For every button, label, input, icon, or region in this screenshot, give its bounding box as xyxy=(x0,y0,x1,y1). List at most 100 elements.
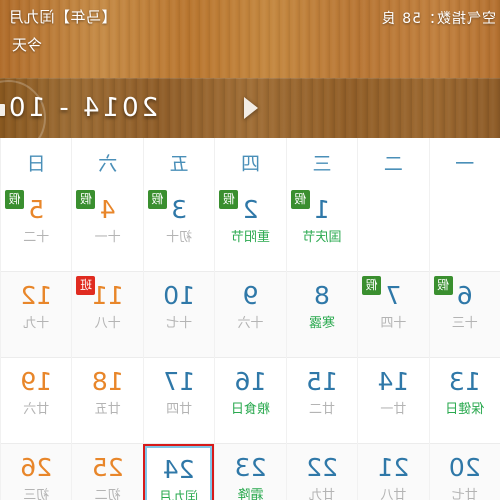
weekday-header-row: 一二三四五六日 xyxy=(0,138,500,187)
calendar-day-cell[interactable]: 10 十七 xyxy=(142,272,215,358)
calendar-day-cell[interactable]: 15 廿二 xyxy=(285,358,358,444)
weekday-header-5: 六 xyxy=(71,138,143,186)
holiday-badge: 假 xyxy=(147,190,167,209)
day-number: 5 xyxy=(28,195,45,224)
calendar-day-cell[interactable]: 12 十九 xyxy=(0,272,72,358)
festival-label: 重阳节 xyxy=(231,230,271,245)
day-number: 26 xyxy=(20,453,53,482)
day-number: 10 xyxy=(163,281,196,310)
calendar-day-cell[interactable]: 13 保健日 xyxy=(428,358,500,444)
lunar-date-label: 廿七 xyxy=(451,488,478,500)
festival-label: 寒露 xyxy=(308,316,335,331)
day-number: 7 xyxy=(385,281,402,310)
day-number: 20 xyxy=(448,453,481,482)
calendar-week-row: 13 保健日 14 廿一 15 廿二 16 粮食日 17 廿四 18 廿五 19 廿六 xyxy=(0,358,500,444)
today-button[interactable]: 今天 xyxy=(12,34,42,55)
holiday-badge: 假 xyxy=(5,190,25,209)
calendar-week-row: 6 十三假 7 十四假 8 寒露 9 十六 10 十七 11 十八班 12 十九 xyxy=(0,272,500,358)
festival-label: 保健日 xyxy=(445,402,485,417)
lunar-date-label: 十三 xyxy=(451,316,478,331)
day-number: 22 xyxy=(306,453,338,482)
weekday-header-6: 日 xyxy=(0,138,72,186)
lunar-date-label: 十七 xyxy=(166,316,193,331)
calendar-day-cell[interactable]: 9 十六 xyxy=(214,272,286,358)
calendar-day-cell[interactable]: 8 寒露 xyxy=(285,272,358,358)
calendar-day-cell[interactable]: 4 十一 假 xyxy=(71,186,143,272)
calendar-day-cell[interactable]: 11 十八 班 xyxy=(71,272,143,358)
calendar-day-cell[interactable]: 17 廿四 xyxy=(142,358,215,444)
calendar-grid: 1 国庆节假 2 重阳节假 3 初十假 4 十一假 5 十二假 6 十三假 7 十四假 8 寒露 9 十六 10 十七… xyxy=(0,186,500,500)
calendar-day-cell[interactable]: 22 廿九 xyxy=(285,444,358,500)
calendar-day-cell[interactable]: 21 廿八 xyxy=(357,444,429,500)
lunar-date-label: 廿四 xyxy=(166,402,193,417)
calendar-week-row: 1 国庆节假 2 重阳节假 3 初十假 4 十一假 5 十二假 xyxy=(0,186,500,272)
weekday-header-1: 二 xyxy=(357,138,429,186)
day-number: 23 xyxy=(234,453,267,482)
calendar-week-row: 20 廿七 21 廿八 22 廿九 23 霜降 24 闰九月 25 初二 26 初三 xyxy=(0,444,500,500)
lunar-date-label: 初十 xyxy=(166,230,193,245)
calendar-day-cell[interactable]: 26 初三 xyxy=(0,444,72,500)
calendar-day-cell[interactable]: 3 初十 假 xyxy=(142,186,215,272)
lunar-date-label: 廿五 xyxy=(94,402,121,417)
calendar-day-cell[interactable]: 7 十四 假 xyxy=(357,272,429,358)
holiday-badge: 假 xyxy=(290,190,310,209)
festival-label: 国庆节 xyxy=(302,230,342,245)
calendar-day-cell[interactable]: 1 国庆节 假 xyxy=(285,186,358,272)
day-number: 16 xyxy=(234,367,267,396)
day-number: 6 xyxy=(456,281,473,310)
calendar-day-cell[interactable]: 6 十三 假 xyxy=(428,272,500,358)
lunar-date-label: 廿九 xyxy=(308,488,335,500)
weekday-header-2: 三 xyxy=(285,138,358,186)
calendar-day-cell[interactable]: 5 十二 假 xyxy=(0,186,72,272)
day-number: 24 xyxy=(162,455,195,484)
calendar-day-cell[interactable]: 23 霜降 xyxy=(214,444,286,500)
lunar-date-label: 十八 xyxy=(94,316,121,331)
calendar-day-cell[interactable]: 25 初二 xyxy=(71,444,143,500)
lunar-year-title: 【马年】闰九月 xyxy=(8,8,117,26)
weekday-header-0: 一 xyxy=(428,138,500,186)
holiday-badge: 假 xyxy=(219,190,239,209)
month-nav-bar: 2014 - 10 xyxy=(0,78,500,138)
workday-badge: 班 xyxy=(76,276,96,295)
day-number: 2 xyxy=(242,195,259,224)
lunar-date-label: 廿六 xyxy=(23,402,50,417)
lunar-date-label: 初三 xyxy=(23,488,50,500)
lunar-date-label: 十四 xyxy=(380,316,407,331)
day-number: 13 xyxy=(448,367,481,396)
next-month-arrow-icon[interactable] xyxy=(244,97,259,119)
day-number: 14 xyxy=(377,367,410,396)
calendar-day-cell-empty xyxy=(428,186,500,272)
day-number: 25 xyxy=(91,453,124,482)
festival-label: 粮食日 xyxy=(231,402,271,417)
lunar-date-label: 廿二 xyxy=(308,402,335,417)
day-number: 21 xyxy=(377,453,410,482)
day-number: 8 xyxy=(314,281,330,310)
lunar-date-label: 十九 xyxy=(23,316,50,331)
weekday-header-4: 五 xyxy=(142,138,215,186)
festival-label: 霜降 xyxy=(237,488,264,500)
calendar-day-cell[interactable]: 24 闰九月 xyxy=(142,444,215,500)
air-quality-index-text: 空气指数：58 良 xyxy=(380,11,496,27)
calendar-day-cell[interactable]: 18 廿五 xyxy=(71,358,143,444)
lunar-date-label: 初二 xyxy=(94,488,121,500)
holiday-badge: 假 xyxy=(433,276,453,295)
day-number: 19 xyxy=(20,367,53,396)
calendar-day-cell[interactable]: 16 粮食日 xyxy=(214,358,286,444)
prev-month-arrow-icon[interactable] xyxy=(0,104,5,116)
weekday-header-3: 四 xyxy=(214,138,286,186)
lunar-date-label: 廿八 xyxy=(380,488,407,500)
day-number: 17 xyxy=(163,367,196,396)
lunar-date-label: 十二 xyxy=(23,230,50,245)
day-number: 15 xyxy=(306,367,338,396)
day-number: 11 xyxy=(91,281,124,310)
calendar-day-cell-empty xyxy=(357,186,429,272)
calendar-day-cell[interactable]: 2 重阳节 假 xyxy=(214,186,286,272)
lunar-date-label: 廿一 xyxy=(380,402,407,417)
calendar-day-cell[interactable]: 19 廿六 xyxy=(0,358,72,444)
calendar-app-screen: 【马年】闰九月 今天 空气指数：58 良 2014 - 10 一二三四五六日 1… xyxy=(0,0,500,500)
calendar-day-cell[interactable]: 20 廿七 xyxy=(428,444,500,500)
day-number: 12 xyxy=(20,281,53,310)
holiday-badge: 假 xyxy=(76,190,96,209)
day-number: 1 xyxy=(314,195,330,224)
calendar-day-cell[interactable]: 14 廿一 xyxy=(357,358,429,444)
